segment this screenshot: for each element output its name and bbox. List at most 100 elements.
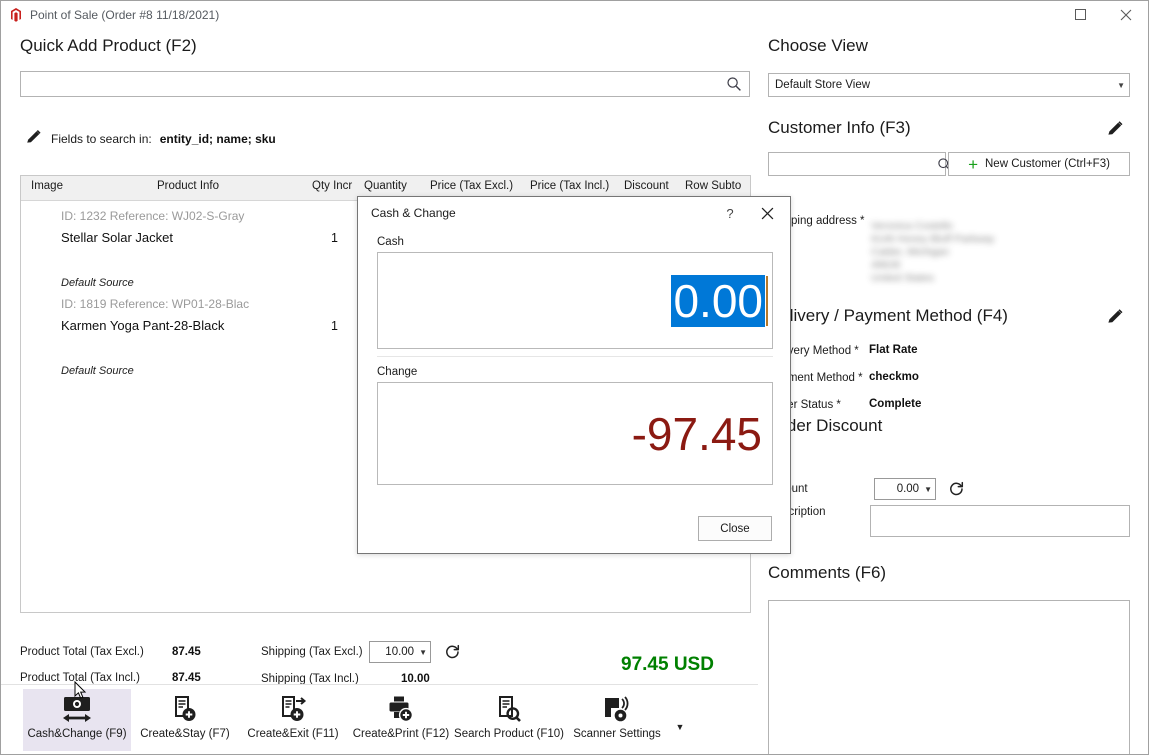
scanner-settings-button[interactable]: Scanner Settings xyxy=(563,689,671,751)
scanner-settings-icon xyxy=(600,692,634,728)
column-header-price-incl[interactable]: Price (Tax Incl.) xyxy=(530,180,609,192)
cash-label: Cash xyxy=(377,236,404,248)
create-and-print-label: Create&Print (F12) xyxy=(352,728,450,740)
totals-area: Product Total (Tax Excl.) 87.45 Product … xyxy=(1,632,759,692)
right-pane: Choose View Default Store View ▼ Custome… xyxy=(759,28,1148,754)
comments-textarea[interactable] xyxy=(768,600,1130,754)
search-product-icon xyxy=(493,692,525,728)
fields-to-search-label: Fields to search in: xyxy=(51,131,152,146)
discount-amount-stepper[interactable]: 0.00 ▼ xyxy=(874,478,936,500)
row-product-reference: ID: 1819 Reference: WP01-28-Blac xyxy=(61,297,250,311)
cash-value: 0.00 xyxy=(671,274,765,327)
payment-method-value: checkmo xyxy=(869,371,919,383)
close-icon xyxy=(761,207,773,219)
dialog-close-action-label: Close xyxy=(720,522,750,535)
new-customer-button[interactable]: + New Customer (Ctrl+F3) xyxy=(948,152,1130,176)
maximize-button[interactable] xyxy=(1058,1,1103,28)
create-print-icon xyxy=(385,692,417,728)
edit-delivery-icon[interactable] xyxy=(1106,308,1124,326)
close-window-button[interactable] xyxy=(1103,1,1148,28)
point-of-sale-window: Point of Sale (Order #8 11/18/2021) Quic… xyxy=(0,0,1149,755)
toolbar-overflow-button[interactable]: ▼ xyxy=(671,722,689,732)
text-caret xyxy=(766,275,768,326)
chevron-down-icon: ▼ xyxy=(1117,80,1125,90)
title-bar: Point of Sale (Order #8 11/18/2021) xyxy=(1,1,1148,28)
magento-logo-icon xyxy=(8,7,24,23)
chevron-down-icon: ▼ xyxy=(419,647,427,657)
cash-and-change-label: Cash&Change (F9) xyxy=(27,728,127,740)
change-value: -97.45 xyxy=(631,407,762,460)
new-customer-label: New Customer (Ctrl+F3) xyxy=(985,158,1110,170)
product-total-excl-label: Product Total (Tax Excl.) xyxy=(20,646,144,658)
quick-add-search-box[interactable] xyxy=(20,71,750,97)
maximize-icon xyxy=(1075,9,1086,20)
help-button[interactable]: ? xyxy=(717,202,743,224)
dialog-close-action-button[interactable]: Close xyxy=(698,516,772,541)
store-view-select[interactable]: Default Store View ▼ xyxy=(768,73,1130,97)
shipping-excl-value: 10.00 xyxy=(385,646,415,658)
column-header-quantity[interactable]: Quantity xyxy=(364,180,407,192)
row-source: Default Source xyxy=(61,277,134,289)
store-view-value: Default Store View xyxy=(775,79,871,91)
customer-search-input[interactable] xyxy=(769,153,933,175)
fields-to-search-row: Fields to search in: entity_id; name; sk… xyxy=(25,129,276,148)
column-header-row-subtotal[interactable]: Row Subto xyxy=(685,180,741,192)
reset-discount-icon[interactable] xyxy=(947,480,965,498)
shipping-excl-label: Shipping (Tax Excl.) xyxy=(261,646,363,658)
search-icon[interactable] xyxy=(723,73,745,95)
chevron-down-icon: ▼ xyxy=(924,484,932,494)
plus-icon: + xyxy=(968,154,978,174)
action-toolbar: Cash&Change (F9) Create&Stay (F7) Create… xyxy=(1,684,759,754)
cash-and-change-dialog: Cash & Change ? Cash 0.00 Change -97.45 … xyxy=(357,196,791,554)
change-display: -97.45 xyxy=(377,382,773,485)
change-label: Change xyxy=(377,366,418,378)
create-and-exit-label: Create&Exit (F11) xyxy=(247,728,339,740)
dialog-separator xyxy=(377,356,773,357)
scanner-settings-label: Scanner Settings xyxy=(573,728,661,740)
edit-customer-icon[interactable] xyxy=(1106,120,1124,138)
create-and-stay-label: Create&Stay (F7) xyxy=(140,728,230,740)
delivery-method-value: Flat Rate xyxy=(869,344,918,356)
dialog-close-button[interactable] xyxy=(752,201,782,225)
column-header-image[interactable]: Image xyxy=(31,180,63,192)
product-total-incl-value: 87.45 xyxy=(172,672,201,684)
cash-and-change-button[interactable]: Cash&Change (F9) xyxy=(23,689,131,751)
create-stay-icon xyxy=(169,692,201,728)
column-header-price-excl[interactable]: Price (Tax Excl.) xyxy=(430,180,513,192)
product-total-incl-label: Product Total (Tax Incl.) xyxy=(20,672,140,684)
help-icon: ? xyxy=(726,205,734,221)
create-and-exit-button[interactable]: Create&Exit (F11) xyxy=(239,689,347,751)
cash-change-icon xyxy=(60,692,94,728)
row-product-reference: ID: 1232 Reference: WJ02-S-Gray xyxy=(61,209,245,223)
comments-heading: Comments (F6) xyxy=(768,563,887,582)
quick-add-search-input[interactable] xyxy=(21,72,723,96)
quick-add-heading: Quick Add Product (F2) xyxy=(20,36,197,55)
window-controls xyxy=(1058,1,1148,28)
grand-total: 97.45 USD xyxy=(621,654,714,675)
choose-view-heading: Choose View xyxy=(768,36,868,55)
discount-description-input[interactable] xyxy=(870,505,1130,537)
row-product-name: Karmen Yoga Pant-28-Black xyxy=(61,318,225,333)
create-exit-icon xyxy=(277,692,309,728)
search-product-label: Search Product (F10) xyxy=(454,728,564,740)
shipping-excl-stepper[interactable]: 10.00 ▼ xyxy=(369,641,431,663)
row-product-name: Stellar Solar Jacket xyxy=(61,230,173,245)
column-header-product-info[interactable]: Product Info xyxy=(157,180,219,192)
fields-to-search-value: entity_id; name; sku xyxy=(159,131,276,146)
create-and-stay-button[interactable]: Create&Stay (F7) xyxy=(131,689,239,751)
customer-search-box[interactable] xyxy=(768,152,951,176)
discount-amount-value: 0.00 xyxy=(896,483,920,495)
product-total-excl-value: 87.45 xyxy=(172,646,201,658)
row-source: Default Source xyxy=(61,365,134,377)
customer-info-heading: Customer Info (F3) xyxy=(768,118,911,137)
cash-input[interactable]: 0.00 xyxy=(377,252,773,349)
edit-fields-icon[interactable] xyxy=(25,129,43,148)
search-product-button[interactable]: Search Product (F10) xyxy=(454,689,564,751)
reset-shipping-icon[interactable] xyxy=(443,643,461,661)
order-status-value: Complete xyxy=(869,398,922,410)
row-quantity: 1 xyxy=(331,319,338,333)
column-header-discount[interactable]: Discount xyxy=(624,180,669,192)
column-header-qty-incr[interactable]: Qty Incr xyxy=(312,180,352,192)
create-and-print-button[interactable]: Create&Print (F12) xyxy=(347,689,455,751)
close-icon xyxy=(1120,9,1131,20)
